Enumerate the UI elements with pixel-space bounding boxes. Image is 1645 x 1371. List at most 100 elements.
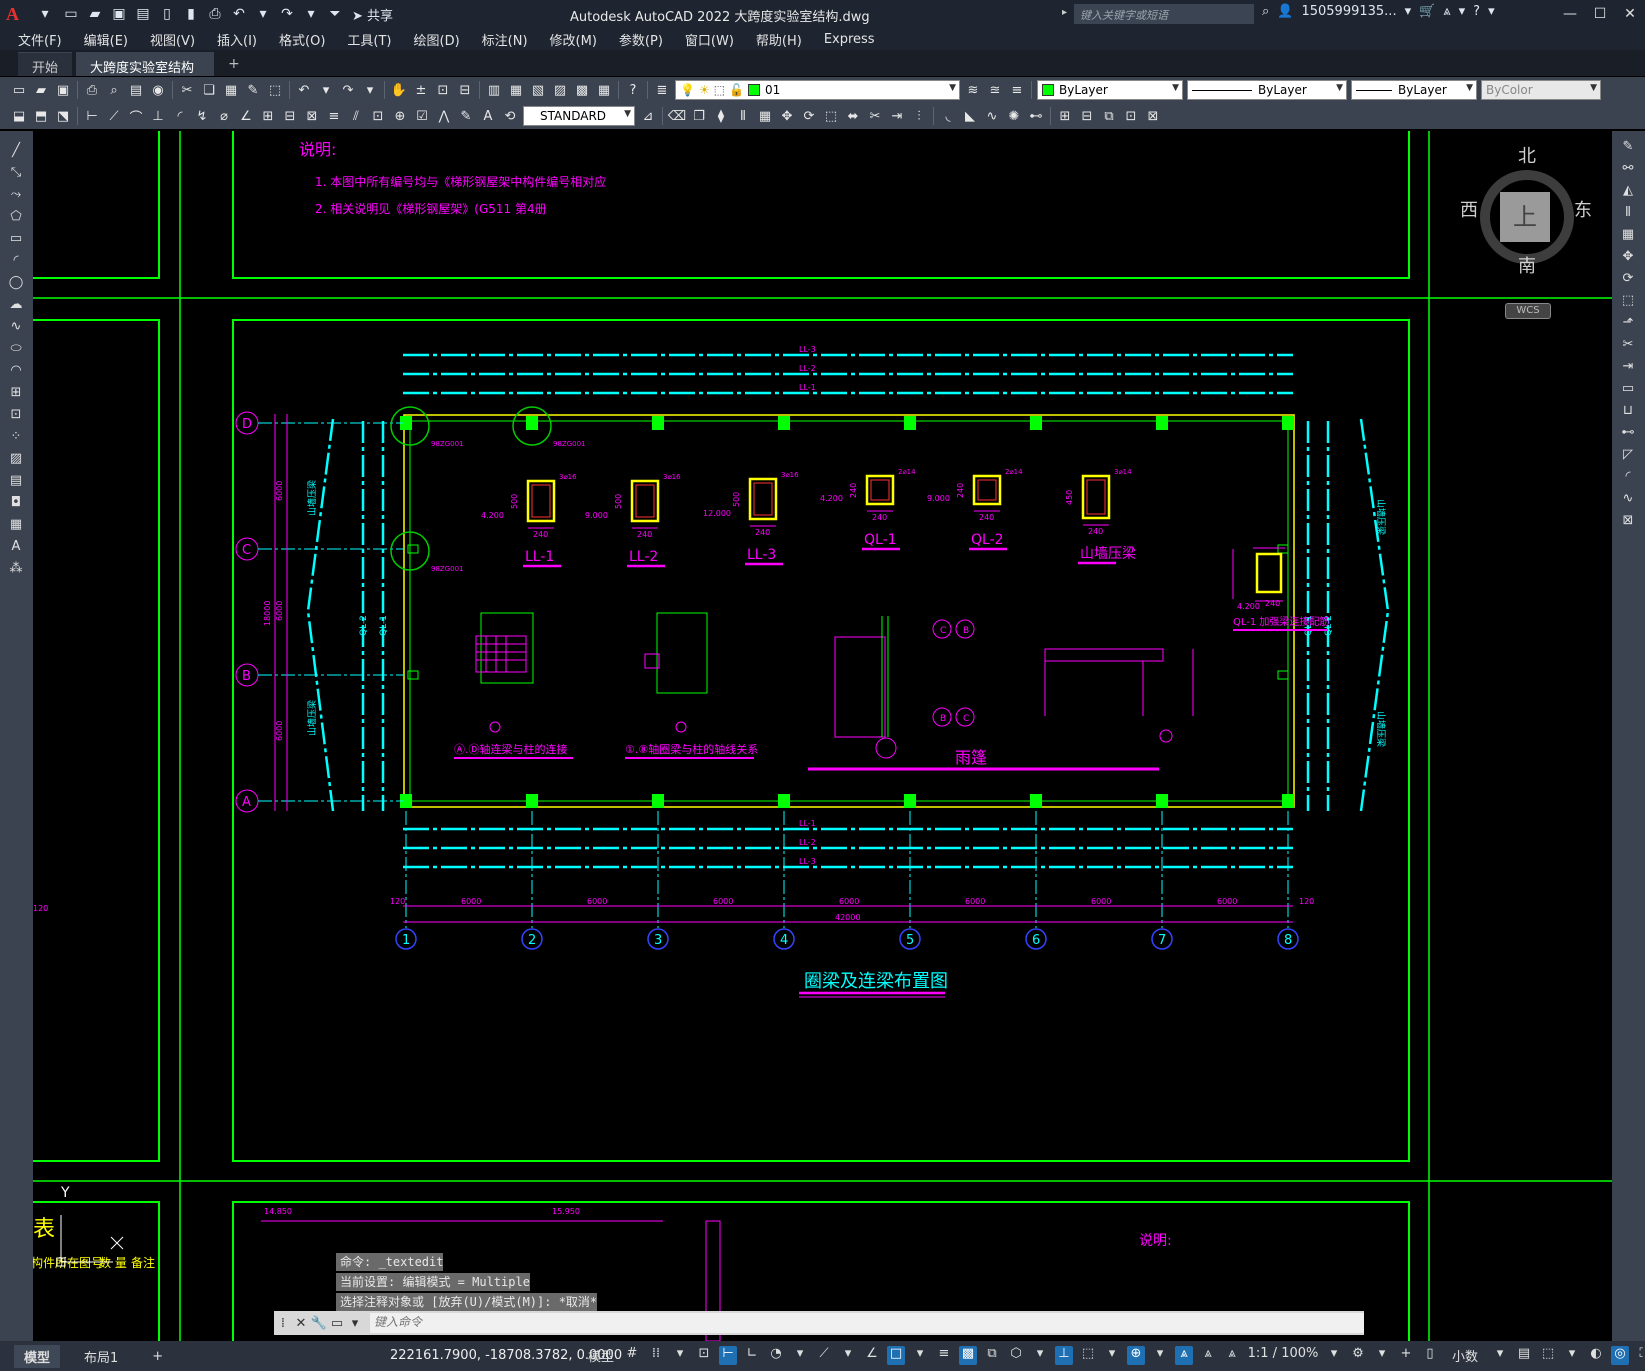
layer-states-icon[interactable]: ≡ — [1006, 79, 1028, 101]
redo-icon[interactable]: ↷ — [337, 79, 359, 101]
arc-length-icon[interactable]: ⌒ — [125, 105, 147, 127]
a360-dropdown-icon[interactable]: ▾ — [1459, 4, 1466, 19]
copy-icon[interactable]: ⚯ — [1617, 161, 1639, 181]
circle-icon[interactable]: ◯ — [5, 275, 27, 295]
ortho-icon[interactable]: ∟ — [743, 1346, 761, 1365]
copy-object-icon[interactable]: ❐ — [688, 105, 710, 127]
menu-express[interactable]: Express — [824, 32, 875, 47]
inspect-icon[interactable]: ☑ — [411, 105, 433, 127]
jogged-dim-icon[interactable]: ↯ — [191, 105, 213, 127]
dynamic-ucs-icon[interactable]: ⊥ — [1055, 1346, 1073, 1365]
help-icon[interactable]: ? — [622, 79, 644, 101]
grip-icon[interactable]: ⁞ — [274, 1316, 292, 1331]
maximize-icon[interactable]: ☐ — [1585, 0, 1615, 28]
lineweight-select[interactable]: ByLayer ▼ — [1351, 80, 1477, 100]
save-as-icon[interactable]: ▤ — [132, 4, 154, 24]
extend-icon[interactable]: ⇥ — [886, 105, 908, 127]
snap-dropdown-icon[interactable]: ▾ — [671, 1346, 689, 1365]
graphics-performance-icon[interactable]: ◎ — [1611, 1346, 1629, 1365]
menu-help[interactable]: 帮助(H) — [756, 30, 802, 49]
layer-previous-icon[interactable]: ≊ — [984, 79, 1006, 101]
help-icon[interactable]: ? — [1473, 4, 1480, 19]
layer-walk-icon[interactable]: ⬔ — [52, 105, 74, 127]
gizmo-icon[interactable]: ⊕ — [1127, 1346, 1145, 1365]
viewcube-top-face[interactable]: 上 — [1500, 192, 1550, 242]
draw-order-icon[interactable]: ⧉ — [1098, 105, 1120, 127]
open-folder-icon[interactable]: ▰ — [84, 4, 106, 24]
offset-icon[interactable]: ⫴ — [1617, 205, 1639, 225]
drawing-canvas[interactable]: 说明: 1. 本图中所有编号均与《梯形钢屋架中构件编号相对应 2. 相关说明见《… — [33, 131, 1612, 1341]
grid-icon[interactable]: # — [623, 1346, 641, 1365]
snap-icon[interactable]: ⁞⁞ — [647, 1346, 665, 1365]
chamfer-icon[interactable]: ◣ — [959, 105, 981, 127]
dim-style-icon[interactable]: ⊿ — [637, 105, 659, 127]
array-icon[interactable]: ▦ — [1617, 227, 1639, 247]
drawing-svg[interactable]: 说明: 1. 本图中所有编号均与《梯形钢屋架中构件编号相对应 2. 相关说明见《… — [33, 131, 1612, 1341]
3d-osnap-icon[interactable]: ⬡ — [1007, 1346, 1025, 1365]
match-properties-icon[interactable]: ✎ — [242, 79, 264, 101]
dim-space-icon[interactable]: ≡ — [323, 105, 345, 127]
new-file-icon[interactable]: ▭ — [60, 4, 82, 24]
selection-cycling-icon[interactable]: ⧉ — [983, 1346, 1001, 1365]
customize-command-icon[interactable]: 🔧 — [310, 1316, 328, 1331]
extend-icon[interactable]: ⇥ — [1617, 359, 1639, 379]
break-icon[interactable]: ⫶ — [908, 105, 930, 127]
annotation-scale-icon[interactable]: ⩓ — [1223, 1346, 1241, 1365]
3d-osnap-dropdown-icon[interactable]: ▾ — [1031, 1346, 1049, 1365]
baseline-dim-icon[interactable]: ⊟ — [279, 105, 301, 127]
erase-icon[interactable]: ⌫ — [666, 105, 688, 127]
qnew-icon[interactable]: ▭ — [8, 79, 30, 101]
make-current-layer-icon[interactable]: ≋ — [962, 79, 984, 101]
insert-block-icon[interactable]: ⊞ — [5, 385, 27, 405]
compass-north[interactable]: 北 — [1518, 142, 1536, 168]
ref-edit-icon[interactable]: ⊟ — [1076, 105, 1098, 127]
copy-icon[interactable]: ❏ — [198, 79, 220, 101]
markup-icon[interactable]: ▩ — [571, 79, 593, 101]
recent-commands-dropdown-icon[interactable]: ▾ — [346, 1316, 364, 1331]
pan-icon[interactable]: ✋ — [388, 79, 410, 101]
recent-commands-icon[interactable]: ▭ — [328, 1316, 346, 1331]
ordinate-dim-icon[interactable]: ⊥ — [147, 105, 169, 127]
layer-iso-icon[interactable]: ⬓ — [8, 105, 30, 127]
help-dropdown-icon[interactable]: ▾ — [1488, 4, 1495, 19]
menu-tools[interactable]: 工具(T) — [347, 30, 391, 49]
mirror-icon[interactable]: ⧫ — [710, 105, 732, 127]
revision-cloud-icon[interactable]: ☁ — [5, 297, 27, 317]
search-expand-icon[interactable]: ▸ — [1062, 7, 1067, 18]
color-select[interactable]: ByLayer ▼ — [1037, 80, 1183, 100]
menu-edit[interactable]: 编辑(E) — [84, 30, 128, 49]
spline-icon[interactable]: ∿ — [5, 319, 27, 339]
move-icon[interactable]: ✥ — [1617, 249, 1639, 269]
open-icon[interactable]: ▰ — [30, 79, 52, 101]
layout-tab-layout1[interactable]: 布局1 — [74, 1345, 128, 1368]
plot-icon[interactable]: ⎙ — [204, 4, 226, 24]
array-icon[interactable]: ▦ — [754, 105, 776, 127]
customize-qat-icon[interactable]: ⏷ — [324, 4, 346, 24]
user-dropdown-icon[interactable]: ▾ — [1405, 4, 1412, 19]
stretch-icon[interactable]: ⬏ — [1617, 315, 1639, 335]
isodraft-icon[interactable]: ⟋ — [815, 1346, 833, 1365]
save-icon[interactable]: ▣ — [108, 4, 130, 24]
break-icon[interactable]: ⊔ — [1617, 403, 1639, 423]
explode-icon[interactable]: ✺ — [1003, 105, 1025, 127]
mirror-icon[interactable]: ◭ — [1617, 183, 1639, 203]
undo-icon[interactable]: ↶ — [293, 79, 315, 101]
units-value[interactable]: 小数 — [1445, 1346, 1485, 1365]
join-icon[interactable]: ⊷ — [1617, 425, 1639, 445]
cut-icon[interactable]: ✂ — [176, 79, 198, 101]
tab-start[interactable]: 开始 — [18, 52, 73, 76]
undo-dropdown-icon[interactable]: ▾ — [315, 79, 337, 101]
rotate-icon[interactable]: ⟳ — [798, 105, 820, 127]
point-icon[interactable]: ⁘ — [5, 429, 27, 449]
app-logo-icon[interactable]: A — [6, 4, 34, 25]
chamfer-icon[interactable]: ◸ — [1617, 447, 1639, 467]
polar-icon[interactable]: ◔ — [767, 1346, 785, 1365]
fillet-icon[interactable]: ◟ — [937, 105, 959, 127]
quickcalc-icon[interactable]: ▦ — [593, 79, 615, 101]
stretch-icon[interactable]: ⬌ — [842, 105, 864, 127]
redo-dropdown-icon[interactable]: ▾ — [300, 4, 322, 24]
menu-parametric[interactable]: 参数(P) — [619, 30, 663, 49]
auto-scale-icon[interactable]: ⩓ — [1199, 1346, 1217, 1365]
object-snap-tracking-icon[interactable]: ∠ — [863, 1346, 881, 1365]
menu-modify[interactable]: 修改(M) — [550, 30, 597, 49]
